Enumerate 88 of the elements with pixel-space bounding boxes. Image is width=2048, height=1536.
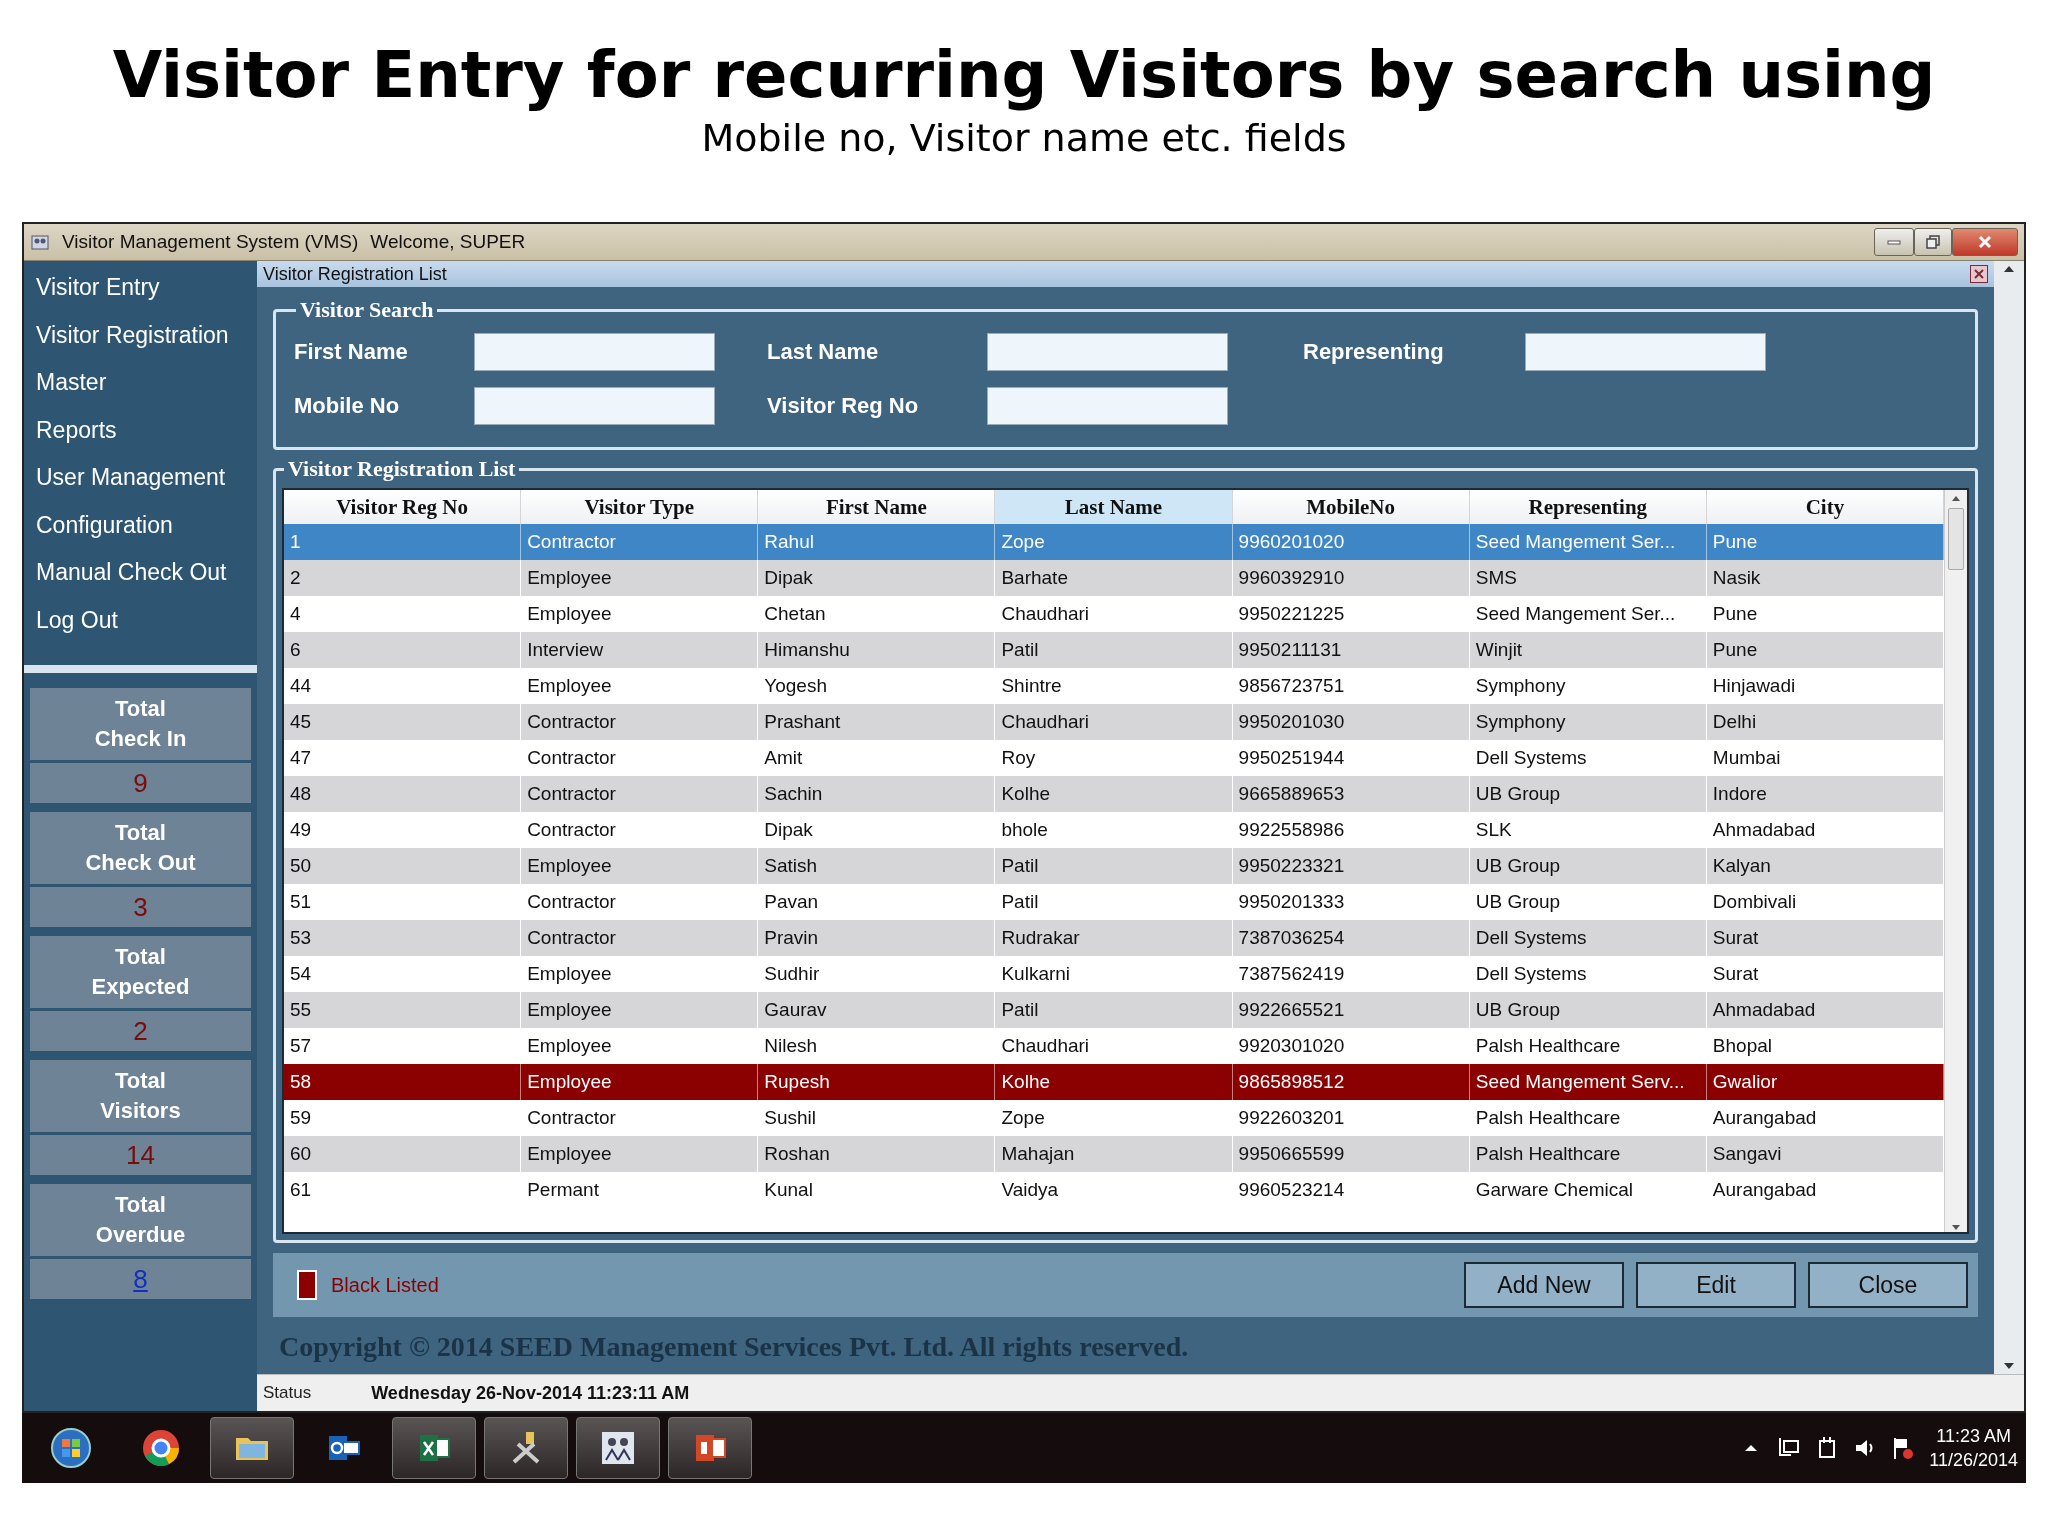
field-label: First Name xyxy=(294,339,409,366)
action-button[interactable]: Close xyxy=(1808,1262,1968,1309)
column-header[interactable]: Last Name xyxy=(995,490,1233,525)
column-header[interactable]: MobileNo xyxy=(1232,490,1470,525)
child-window-title: Visitor Registration List xyxy=(263,263,447,285)
menu-item[interactable]: User Management xyxy=(24,457,257,505)
table-row[interactable]: 55 Employee Gaurav Patil 9922665521 UB Group Ahmadabad xyxy=(284,992,1944,1029)
input-field[interactable] xyxy=(987,333,1228,372)
column-header[interactable]: City xyxy=(1706,490,1944,525)
menu-item[interactable]: Visitor Registration xyxy=(24,314,257,363)
spreadsheet-icon[interactable] xyxy=(392,1417,476,1480)
table-cell: Kunal xyxy=(758,1172,996,1209)
stat-label: Total Expected xyxy=(30,936,251,1009)
field-label: Mobile No xyxy=(294,393,401,420)
table-row[interactable]: 48 Contractor Sachin Kolhe 9665889653 UB Group Indore xyxy=(284,776,1944,813)
window-title: Visitor Management System (VMS) xyxy=(62,231,359,254)
scroll-up-icon[interactable] xyxy=(1951,494,1961,503)
table-row[interactable]: 6 Interview Himanshu Patil 9950211131 Winjit Pune xyxy=(284,632,1944,669)
table-cell: Permant xyxy=(521,1172,759,1209)
table-row[interactable]: 45 Contractor Prashant Chaudhari 9950201030 Symphony Delhi xyxy=(284,704,1944,741)
field-label: Visitor Reg No xyxy=(766,393,920,420)
stat-label: Total Overdue xyxy=(30,1184,251,1257)
stat-label: Total Visitors xyxy=(30,1060,251,1133)
scroll-thumb[interactable] xyxy=(1948,508,1964,571)
legend-swatch xyxy=(297,1270,317,1301)
presentation-icon[interactable] xyxy=(668,1417,752,1480)
copyright-text: Copyright © 2014 SEED Management Services Pvt. Ltd. All rights reserved. xyxy=(278,1330,1190,1364)
table-cell: 9960523214 xyxy=(1232,1172,1470,1209)
action-button[interactable]: Edit xyxy=(1636,1262,1796,1309)
clock-date[interactable]: 11/26/2014 xyxy=(1929,1448,2018,1473)
people-app-icon[interactable] xyxy=(576,1417,660,1480)
table-row[interactable]: 50 Employee Satish Patil 9950223321 UB Group Kalyan xyxy=(284,848,1944,885)
table-cell: Garware Chemical xyxy=(1469,1172,1707,1209)
column-header[interactable]: First Name xyxy=(758,490,996,525)
restore-button[interactable] xyxy=(1914,228,1952,257)
tools-icon[interactable] xyxy=(484,1417,568,1480)
scrollbar[interactable] xyxy=(1994,261,2024,1375)
minimize-icon xyxy=(1887,239,1901,246)
field-label: Representing xyxy=(1302,339,1445,366)
slide-subtitle: Mobile no, Visitor name etc. fields xyxy=(701,116,1347,161)
table-row[interactable]: 2 Employee Dipak Barhate 9960392910 SMS Nasik xyxy=(284,560,1944,597)
menu-item[interactable]: Reports xyxy=(24,409,257,458)
stat-label: Total Check In xyxy=(30,688,251,761)
stat-value: 9 xyxy=(30,763,251,804)
table-row[interactable]: 58 Employee Rupesh Kolhe 9865898512 Seed Mangement Serv... Gwalior xyxy=(284,1064,1944,1101)
group-title: Visitor Registration List xyxy=(287,456,517,483)
table-row[interactable]: 53 Contractor Pravin Rudrakar 7387036254 Dell Systems Surat xyxy=(284,920,1944,957)
menu-item[interactable]: Visitor Entry xyxy=(24,267,257,315)
table-cell: Vaidya xyxy=(995,1172,1233,1209)
table-cell: Aurangabad xyxy=(1706,1172,1944,1209)
status-datetime: Wednesday 26-Nov-2014 11:23:11 AM xyxy=(371,1382,690,1404)
minimize-button[interactable] xyxy=(1874,228,1914,257)
close-icon[interactable] xyxy=(1970,265,1988,284)
column-header[interactable]: Representing xyxy=(1469,490,1707,525)
welcome-text: Welcome, SUPER xyxy=(370,231,526,254)
action-button[interactable]: Add New xyxy=(1464,1262,1624,1309)
group-title: Visitor Search xyxy=(299,297,435,324)
stat-label: Total Check Out xyxy=(30,812,251,885)
menu-item[interactable]: Configuration xyxy=(24,504,257,553)
slide-title: Visitor Entry for recurring Visitors by search using xyxy=(112,40,1936,111)
input-field[interactable] xyxy=(1525,333,1766,372)
table-row[interactable]: 60 Employee Roshan Mahajan 9950665599 Palsh Healthcare Sangavi xyxy=(284,1136,1944,1173)
field-label: Last Name xyxy=(766,339,880,366)
scrollbar[interactable] xyxy=(1944,490,1967,1233)
clock-time[interactable]: 11:23 AM xyxy=(1936,1424,2011,1449)
input-field[interactable] xyxy=(987,387,1228,426)
input-field[interactable] xyxy=(474,387,715,426)
table-row[interactable]: 1 Contractor Rahul Zope 9960201020 Seed Mangement Ser... Pune xyxy=(284,524,1944,561)
column-header[interactable]: Visitor Type xyxy=(521,490,759,525)
status-label: Status xyxy=(263,1383,312,1404)
menu-item[interactable]: Manual Check Out xyxy=(24,552,257,600)
stat-value: 14 xyxy=(30,1135,251,1176)
column-header[interactable]: Visitor Reg No xyxy=(284,490,522,525)
stat-value: 3 xyxy=(30,887,251,928)
flag-icon[interactable] xyxy=(1891,1435,1916,1462)
table-cell: 61 xyxy=(284,1172,522,1209)
scroll-up-icon[interactable] xyxy=(2003,265,2015,274)
folder-icon[interactable] xyxy=(210,1417,294,1480)
menu-item[interactable]: Log Out xyxy=(24,599,257,648)
stat-value: 2 xyxy=(30,1011,251,1052)
menu-item[interactable]: Master xyxy=(24,362,257,410)
restore-icon xyxy=(1926,235,1940,250)
close-button[interactable] xyxy=(1952,228,2018,257)
close-icon xyxy=(1977,235,1993,250)
legend-label: Black Listed xyxy=(331,1273,439,1297)
app-icon xyxy=(30,232,50,253)
input-field[interactable] xyxy=(474,333,715,372)
scroll-down-icon[interactable] xyxy=(2003,1362,2015,1371)
